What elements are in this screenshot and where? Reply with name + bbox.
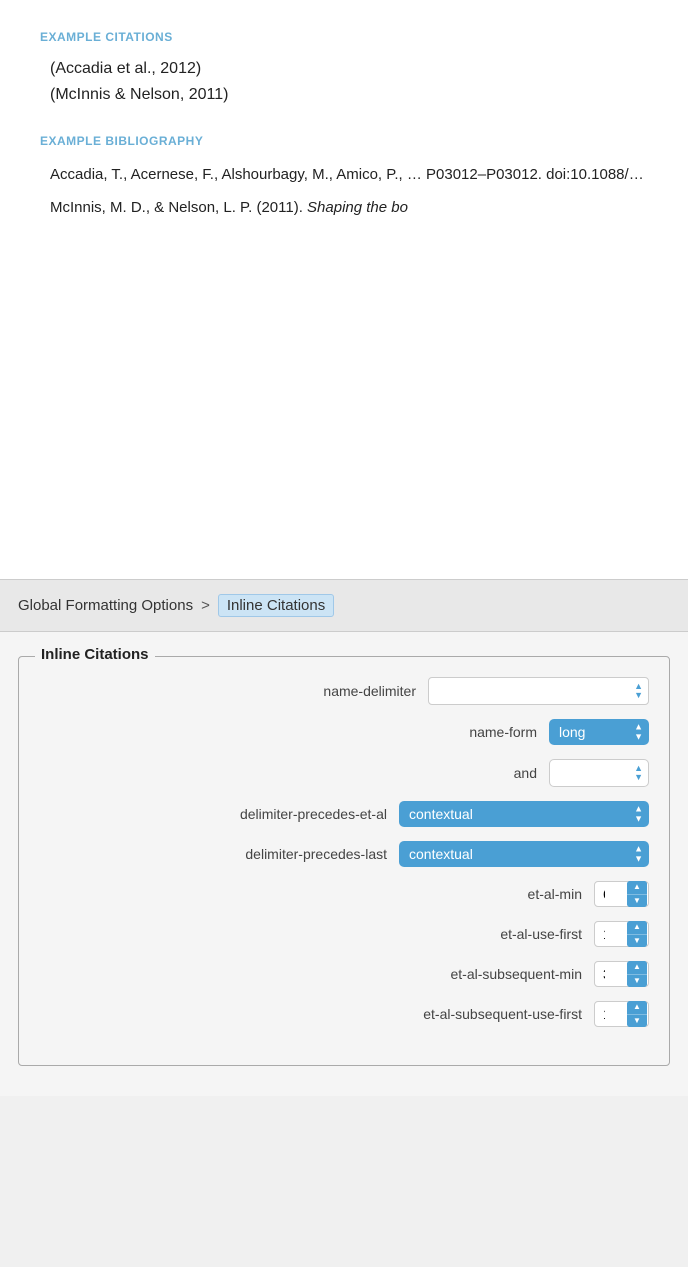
et-al-min-spinner[interactable]: ▲ ▼: [594, 881, 649, 907]
bibliography-text-1: Accadia, T., Acernese, F., Alshourbagy, …: [50, 166, 648, 183]
control-et-al-subsequent-use-first: ▲ ▼: [594, 1001, 649, 1027]
control-name-delimiter: ▲ ▼: [428, 677, 649, 705]
top-panel: EXAMPLE CITATIONS (Accadia et al., 2012)…: [0, 0, 688, 580]
field-et-al-use-first: et-al-use-first ▲ ▼: [39, 921, 649, 947]
label-et-al-use-first: et-al-use-first: [500, 926, 582, 942]
control-delimiter-precedes-last: contextual always never after-inverted-n…: [399, 841, 649, 867]
delimiter-precedes-et-al-wrapper[interactable]: contextual always never after-inverted-n…: [399, 801, 649, 827]
control-and: symbol text ▲ ▼: [549, 759, 649, 787]
label-delimiter-precedes-last: delimiter-precedes-last: [245, 846, 387, 862]
and-wrapper[interactable]: symbol text ▲ ▼: [549, 759, 649, 787]
et-al-subsequent-min-up[interactable]: ▲: [627, 961, 647, 975]
breadcrumb-separator: >: [201, 597, 210, 614]
et-al-subsequent-use-first-down[interactable]: ▼: [627, 1015, 647, 1028]
field-et-al-min: et-al-min ▲ ▼: [39, 881, 649, 907]
bibliography-entry-1: Accadia, T., Acernese, F., Alshourbagy, …: [40, 164, 648, 187]
example-citations-label: EXAMPLE CITATIONS: [40, 30, 648, 44]
field-delimiter-precedes-et-al: delimiter-precedes-et-al contextual alwa…: [39, 801, 649, 827]
et-al-min-buttons: ▲ ▼: [627, 881, 647, 907]
label-delimiter-precedes-et-al: delimiter-precedes-et-al: [240, 806, 387, 822]
control-et-al-subsequent-min: ▲ ▼: [594, 961, 649, 987]
bibliography-text-2: McInnis, M. D., & Nelson, L. P. (2011). …: [50, 199, 408, 216]
citation-1: (Accadia et al., 2012): [40, 60, 648, 78]
et-al-subsequent-use-first-up[interactable]: ▲: [627, 1001, 647, 1015]
field-et-al-subsequent-use-first: et-al-subsequent-use-first ▲ ▼: [39, 1001, 649, 1027]
et-al-min-up[interactable]: ▲: [627, 881, 647, 895]
control-delimiter-precedes-et-al: contextual always never after-inverted-n…: [399, 801, 649, 827]
bibliography-section: EXAMPLE BIBLIOGRAPHY Accadia, T., Acerne…: [40, 134, 648, 219]
et-al-subsequent-min-buttons: ▲ ▼: [627, 961, 647, 987]
et-al-subsequent-use-first-buttons: ▲ ▼: [627, 1001, 647, 1027]
et-al-use-first-down[interactable]: ▼: [627, 935, 647, 948]
breadcrumb-parent[interactable]: Global Formatting Options: [18, 597, 193, 614]
label-et-al-subsequent-min: et-al-subsequent-min: [450, 966, 582, 982]
bottom-panel: Inline Citations name-delimiter ▲ ▼ name…: [0, 632, 688, 1096]
control-et-al-min: ▲ ▼: [594, 881, 649, 907]
et-al-subsequent-min-spinner[interactable]: ▲ ▼: [594, 961, 649, 987]
label-name-form: name-form: [469, 724, 537, 740]
control-et-al-use-first: ▲ ▼: [594, 921, 649, 947]
name-delimiter-wrapper[interactable]: ▲ ▼: [428, 677, 649, 705]
et-al-min-down[interactable]: ▼: [627, 895, 647, 908]
label-and: and: [514, 765, 537, 781]
field-et-al-subsequent-min: et-al-subsequent-min ▲ ▼: [39, 961, 649, 987]
fieldset-legend: Inline Citations: [35, 646, 155, 663]
bibliography-entry-2: McInnis, M. D., & Nelson, L. P. (2011). …: [40, 197, 648, 220]
et-al-use-first-spinner[interactable]: ▲ ▼: [594, 921, 649, 947]
example-bibliography-label: EXAMPLE BIBLIOGRAPHY: [40, 134, 648, 148]
name-delimiter-input[interactable]: [428, 677, 649, 705]
delimiter-precedes-last-select[interactable]: contextual always never after-inverted-n…: [399, 841, 649, 867]
name-form-wrapper[interactable]: long short ▲ ▼: [549, 719, 649, 745]
field-delimiter-precedes-last: delimiter-precedes-last contextual alway…: [39, 841, 649, 867]
inline-citations-fieldset: Inline Citations name-delimiter ▲ ▼ name…: [18, 656, 670, 1066]
bibliography-italic: Shaping the bo: [307, 199, 408, 216]
control-name-form: long short ▲ ▼: [549, 719, 649, 745]
et-al-use-first-up[interactable]: ▲: [627, 921, 647, 935]
breadcrumb-current[interactable]: Inline Citations: [218, 594, 334, 617]
field-name-form: name-form long short ▲ ▼: [39, 719, 649, 745]
label-name-delimiter: name-delimiter: [323, 683, 416, 699]
field-and: and symbol text ▲ ▼: [39, 759, 649, 787]
delimiter-precedes-et-al-select[interactable]: contextual always never after-inverted-n…: [399, 801, 649, 827]
label-et-al-subsequent-use-first: et-al-subsequent-use-first: [423, 1006, 582, 1022]
field-name-delimiter: name-delimiter ▲ ▼: [39, 677, 649, 705]
delimiter-precedes-last-wrapper[interactable]: contextual always never after-inverted-n…: [399, 841, 649, 867]
citation-2: (McInnis & Nelson, 2011): [40, 86, 648, 104]
name-form-select[interactable]: long short: [549, 719, 649, 745]
label-et-al-min: et-al-min: [528, 886, 582, 902]
breadcrumb-bar: Global Formatting Options > Inline Citat…: [0, 580, 688, 632]
citations-list: (Accadia et al., 2012) (McInnis & Nelson…: [40, 60, 648, 104]
et-al-use-first-buttons: ▲ ▼: [627, 921, 647, 947]
and-select[interactable]: symbol text: [549, 759, 649, 787]
et-al-subsequent-min-down[interactable]: ▼: [627, 975, 647, 988]
et-al-subsequent-use-first-spinner[interactable]: ▲ ▼: [594, 1001, 649, 1027]
